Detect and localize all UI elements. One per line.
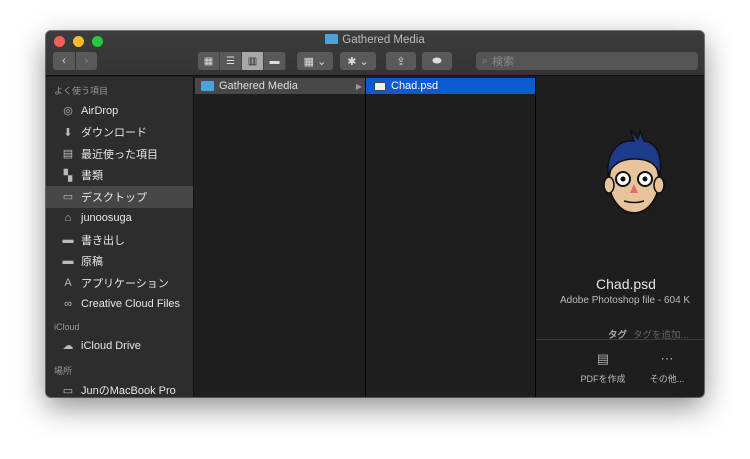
- applications-icon: A: [64, 276, 72, 289]
- create-pdf-button[interactable]: ▤ PDFを作成: [568, 351, 638, 385]
- title-bar: Gathered Media ‹ › ▦ ☰ ▥ ▬ ▦ ⌄ ✱ ⌄ ⇪ ⬬ ⌕…: [46, 31, 704, 76]
- icon-view-button[interactable]: ▦: [198, 52, 220, 70]
- sidebar-item-recents[interactable]: ▤ 最近使った項目: [46, 143, 193, 165]
- preview-pane: Chad.psd Adobe Photoshop file - 604 K タグ…: [536, 77, 704, 397]
- search-input[interactable]: ⌕ 検索: [476, 52, 698, 70]
- sidebar-item-documents[interactable]: ▚ 書類: [46, 165, 193, 187]
- window-title-text: Gathered Media: [342, 34, 425, 46]
- list-item-chad-psd[interactable]: Chad.psd: [366, 78, 535, 94]
- sidebar-item-applications[interactable]: A アプリケーション: [46, 272, 193, 294]
- group-button[interactable]: ▦ ⌄: [297, 52, 333, 70]
- sidebar-item-export[interactable]: ▬ 書き出し: [46, 229, 193, 251]
- icloud-header: iCloud: [54, 322, 80, 332]
- folder-icon: [325, 34, 339, 44]
- home-icon: ⌂: [64, 212, 72, 225]
- psd-file-icon: [374, 81, 386, 91]
- folder-icon: ▬: [62, 233, 74, 246]
- sidebar: よく使う項目 ◎ AirDrop ⬇ ダウンロード ▤ 最近使った項目 ▚ 書類 ▭ デス…: [46, 77, 194, 397]
- preview-file-name: Chad.psd: [596, 276, 656, 292]
- preview-file-info: Adobe Photoshop file - 604 K: [560, 295, 691, 306]
- sidebar-item-label: AirDrop: [81, 104, 119, 117]
- action-label: その他...: [649, 374, 685, 384]
- sidebar-item-desktop[interactable]: ▭ デスクトップ: [46, 186, 193, 208]
- disclosure-arrow-icon: ▶: [355, 81, 362, 91]
- desktop-icon: ▭: [62, 191, 74, 204]
- chad-thumbnail-image: [603, 128, 665, 214]
- sidebar-item-icloud-drive[interactable]: ☁ iCloud Drive: [46, 335, 193, 357]
- view-mode-segment: ▦ ☰ ▥ ▬: [198, 52, 286, 70]
- column-1: Gathered Media ▶: [195, 77, 366, 397]
- action-button[interactable]: ✱ ⌄: [340, 52, 376, 70]
- tag-button[interactable]: ⬬: [422, 52, 452, 70]
- sidebar-item-label: JunのMacBook Pro: [81, 385, 176, 397]
- window-title: Gathered Media: [46, 34, 704, 46]
- folder-icon: [201, 81, 214, 91]
- sidebar-item-label: アプリケーション: [81, 277, 169, 290]
- more-icon: ⋯: [660, 351, 674, 366]
- column-2: Chad.psd: [366, 77, 536, 397]
- sidebar-item-label: junoosuga: [81, 212, 132, 225]
- item-label: Chad.psd: [391, 80, 439, 92]
- sidebar-item-creative-cloud[interactable]: ∞ Creative Cloud Files: [46, 294, 193, 316]
- list-view-button[interactable]: ☰: [220, 52, 242, 70]
- action-label: PDFを作成: [580, 374, 626, 384]
- sidebar-item-label: デスクトップ: [81, 191, 147, 204]
- pdf-icon: ▤: [596, 351, 610, 366]
- column-view-button[interactable]: ▥: [242, 52, 264, 70]
- airdrop-icon: ◎: [63, 105, 73, 118]
- recents-icon: ▤: [62, 148, 74, 161]
- gallery-view-button[interactable]: ▬: [264, 52, 286, 70]
- sidebar-item-downloads[interactable]: ⬇ ダウンロード: [46, 122, 193, 144]
- sidebar-item-label: Creative Cloud Files: [81, 298, 181, 311]
- search-icon: ⌕: [482, 54, 489, 67]
- cloud-icon: ☁: [62, 340, 74, 353]
- places-header: 場所: [54, 365, 73, 376]
- sidebar-item-airdrop[interactable]: ◎ AirDrop: [46, 100, 193, 122]
- favorites-header: よく使う項目: [54, 86, 109, 96]
- sidebar-item-label: ダウンロード: [81, 127, 147, 140]
- more-button[interactable]: ⋯ その他...: [632, 351, 702, 385]
- documents-icon: ▚: [63, 169, 73, 182]
- finder-window: Gathered Media ‹ › ▦ ☰ ▥ ▬ ▦ ⌄ ✱ ⌄ ⇪ ⬬ ⌕…: [46, 31, 704, 397]
- item-label: Gathered Media: [219, 80, 298, 92]
- share-button[interactable]: ⇪: [386, 52, 416, 70]
- sidebar-item-home[interactable]: ⌂ junoosuga: [46, 208, 193, 230]
- download-icon: ⬇: [63, 126, 73, 139]
- sidebar-item-manuscripts[interactable]: ▬ 原稿: [46, 251, 193, 273]
- sidebar-item-label: 最近使った項目: [81, 148, 158, 161]
- divider: [536, 339, 704, 340]
- sidebar-item-macbook[interactable]: ▭ JunのMacBook Pro: [46, 380, 193, 397]
- laptop-icon: ▭: [62, 384, 74, 397]
- folder-icon: ▬: [62, 255, 74, 268]
- back-button[interactable]: ‹: [53, 52, 75, 70]
- list-item-gathered-media[interactable]: Gathered Media ▶: [195, 78, 365, 94]
- sidebar-item-label: 原稿: [81, 256, 103, 269]
- sidebar-item-label: 書き出し: [81, 234, 125, 247]
- sidebar-item-label: 書類: [81, 170, 103, 183]
- search-placeholder: 検索: [492, 56, 515, 68]
- creative-cloud-icon: ∞: [64, 298, 72, 311]
- forward-button[interactable]: ›: [76, 52, 97, 70]
- sidebar-item-label: iCloud Drive: [81, 339, 141, 352]
